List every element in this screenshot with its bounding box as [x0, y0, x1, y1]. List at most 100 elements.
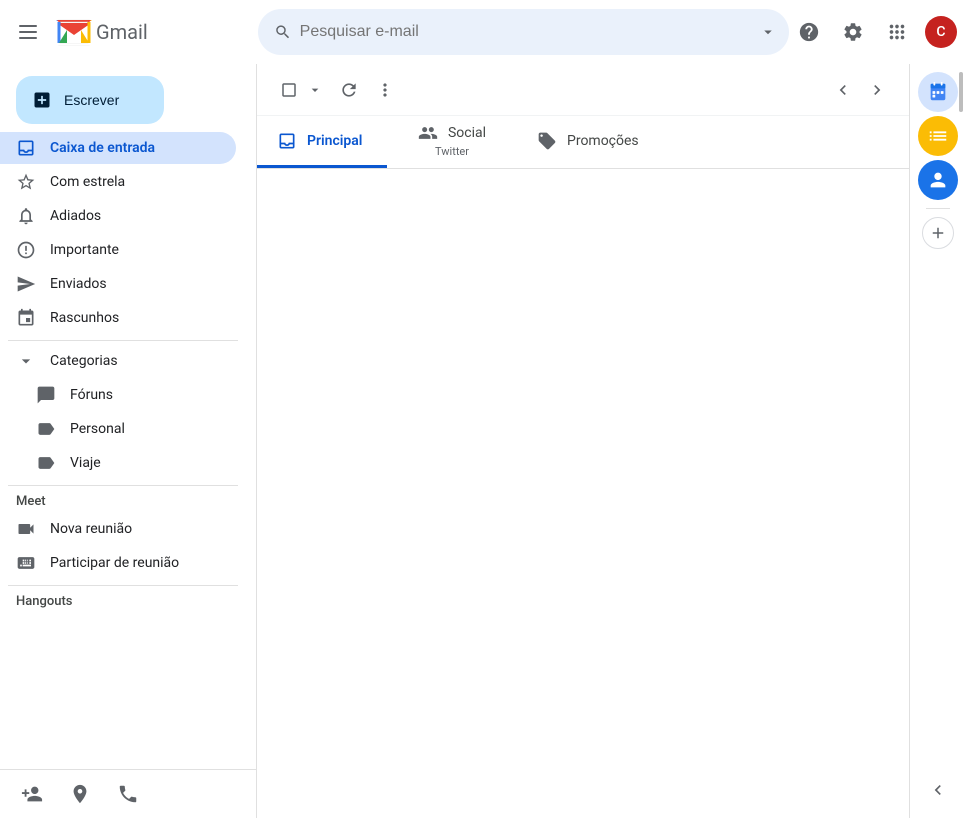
checkbox-icon — [280, 81, 298, 99]
sidebar-item-inbox[interactable]: Caixa de entrada — [0, 132, 236, 164]
calendar-panel-button[interactable] — [918, 72, 958, 112]
add-contact-button[interactable] — [16, 778, 48, 810]
select-all-button[interactable] — [273, 74, 305, 106]
sidebar-item-sent-label: Enviados — [50, 276, 107, 292]
settings-icon — [842, 21, 864, 43]
scrollbar-track — [957, 64, 965, 818]
help-button[interactable] — [789, 12, 829, 52]
calendar-icon — [927, 81, 949, 103]
tab-social-icon — [418, 123, 438, 143]
gmail-m-icon — [56, 19, 92, 46]
search-dropdown-button[interactable] — [755, 19, 781, 45]
sidebar-item-important[interactable]: Importante — [0, 234, 236, 266]
inbox-tabs: Principal Social Twitter Promoções — [257, 116, 909, 169]
sidebar-item-starred[interactable]: Com estrela — [0, 166, 236, 198]
add-icon — [929, 224, 947, 242]
hamburger-icon — [19, 23, 37, 41]
right-panel — [909, 64, 965, 818]
settings-button[interactable] — [833, 12, 873, 52]
keyboard-icon — [16, 553, 36, 573]
select-dropdown-button[interactable] — [305, 74, 325, 106]
location-button[interactable] — [64, 778, 96, 810]
hamburger-button[interactable] — [8, 12, 48, 52]
sidebar-item-personal-label: Personal — [70, 421, 125, 437]
contacts-panel-button[interactable] — [918, 160, 958, 200]
chevron-right-icon — [867, 80, 887, 100]
contacts-icon — [927, 169, 949, 191]
chevron-down-icon — [759, 23, 777, 41]
toolbar — [257, 64, 909, 116]
refresh-icon — [339, 80, 359, 100]
apps-button[interactable] — [877, 12, 917, 52]
refresh-button[interactable] — [333, 74, 365, 106]
tab-principal-icon — [277, 131, 297, 151]
compose-plus-icon — [32, 90, 52, 110]
sidebar-item-snoozed[interactable]: Adiados — [0, 200, 236, 232]
tab-social[interactable]: Social Twitter — [387, 116, 517, 168]
tab-principal[interactable]: Principal — [257, 116, 387, 168]
important-icon — [16, 240, 36, 260]
tab-principal-label: Principal — [307, 133, 362, 149]
sidebar-item-new-meeting[interactable]: Nova reunião — [0, 513, 236, 545]
hangouts-section-label: Hangouts — [0, 590, 256, 613]
tab-social-label: Social — [448, 125, 486, 141]
sidebar-item-join-meeting[interactable]: Participar de reunião — [0, 547, 236, 579]
phone-button[interactable] — [112, 778, 144, 810]
sidebar-divider — [8, 340, 238, 341]
star-icon — [16, 172, 36, 192]
more-vert-icon — [375, 80, 395, 100]
gmail-text: Gmail — [96, 20, 148, 44]
sidebar-item-starred-label: Com estrela — [50, 174, 125, 190]
next-page-button[interactable] — [861, 74, 893, 106]
expand-icon — [928, 780, 948, 800]
scrollbar-thumb[interactable] — [959, 72, 963, 112]
sidebar-item-snoozed-label: Adiados — [50, 208, 101, 224]
tab-promocoes-icon — [537, 131, 557, 151]
location-icon — [69, 783, 91, 805]
videocam-icon — [16, 519, 36, 539]
select-chevron-icon — [307, 82, 323, 98]
drafts-icon — [16, 308, 36, 328]
sidebar-item-drafts[interactable]: Rascunhos — [0, 302, 236, 334]
send-icon — [16, 274, 36, 294]
sidebar-divider-3 — [8, 585, 238, 586]
compose-label: Escrever — [64, 92, 119, 108]
tasks-icon — [927, 125, 949, 147]
prev-page-button[interactable] — [827, 74, 859, 106]
personal-label-icon — [36, 419, 56, 439]
sidebar-item-travel-label: Viaje — [70, 455, 101, 471]
sidebar-item-personal[interactable]: Personal — [0, 413, 236, 445]
inbox-icon — [16, 138, 36, 158]
sidebar-item-categories[interactable]: Categorias — [0, 345, 236, 377]
sidebar-item-travel[interactable]: Viaje — [0, 447, 236, 479]
main-content: Principal Social Twitter Promoções — [256, 64, 909, 818]
tab-promocoes-label: Promoções — [567, 133, 639, 149]
help-icon — [798, 21, 820, 43]
add-panel-button[interactable] — [922, 217, 954, 249]
tab-social-sub: Twitter — [435, 145, 469, 158]
expand-panel-button[interactable] — [918, 770, 958, 810]
tasks-panel-button[interactable] — [918, 116, 958, 156]
sidebar-item-drafts-label: Rascunhos — [50, 310, 119, 326]
search-input[interactable] — [300, 23, 747, 41]
sidebar-item-forums[interactable]: Fóruns — [0, 379, 236, 411]
sidebar-divider-2 — [8, 485, 238, 486]
apps-icon — [886, 21, 908, 43]
sidebar: Escrever Caixa de entrada Com estrela Ad… — [0, 64, 256, 818]
travel-label-icon — [36, 453, 56, 473]
categories-expand-icon — [16, 351, 36, 371]
toolbar-nav — [827, 74, 893, 106]
sidebar-item-new-meeting-label: Nova reunião — [50, 521, 132, 537]
sidebar-item-sent[interactable]: Enviados — [0, 268, 236, 300]
snooze-icon — [16, 206, 36, 226]
sidebar-item-join-meeting-label: Participar de reunião — [50, 555, 179, 571]
sidebar-item-important-label: Importante — [50, 242, 119, 258]
more-actions-button[interactable] — [369, 74, 401, 106]
email-list — [257, 169, 909, 818]
search-bar — [258, 9, 789, 55]
sidebar-item-inbox-label: Caixa de entrada — [50, 140, 155, 156]
avatar[interactable]: C — [925, 16, 957, 48]
tab-promocoes[interactable]: Promoções — [517, 116, 659, 168]
forums-icon — [36, 385, 56, 405]
compose-button[interactable]: Escrever — [16, 76, 164, 124]
